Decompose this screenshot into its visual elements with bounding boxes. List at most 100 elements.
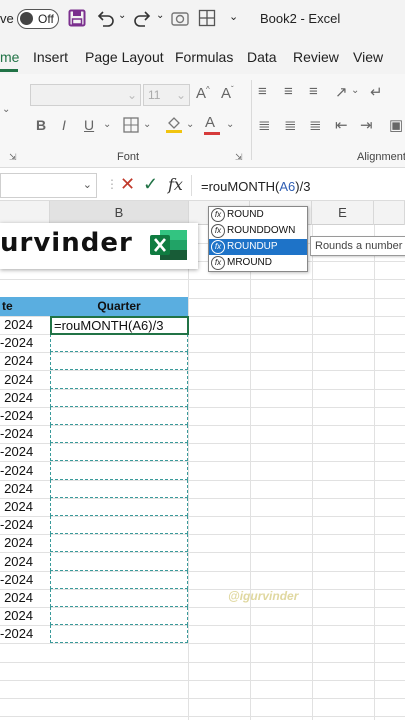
drag-handle-icon[interactable]: ⋮ — [106, 177, 118, 191]
column-header-e[interactable]: E — [312, 201, 374, 225]
cell-date[interactable]: 2024 — [0, 553, 50, 571]
align-bottom-icon[interactable]: ≡ — [309, 83, 318, 100]
tab-insert[interactable]: Insert — [33, 49, 68, 65]
autocomplete-item-roundup[interactable]: fx ROUNDUP — [209, 239, 307, 255]
align-top-icon[interactable]: ≡ — [258, 83, 267, 100]
cell-date[interactable]: 2024 — [0, 352, 50, 370]
decrease-indent-icon[interactable]: ⇤ — [335, 116, 348, 134]
cell-quarter[interactable] — [50, 498, 188, 516]
cell-quarter[interactable] — [50, 552, 188, 571]
cell-date[interactable]: -2024 — [0, 625, 50, 643]
paste-dropdown-icon[interactable]: ⌄ — [2, 104, 10, 115]
dialog-launcher-icon[interactable]: ⇲ — [235, 152, 243, 163]
autocomplete-item-mround[interactable]: fx MROUND — [209, 255, 307, 271]
autosave-toggle[interactable]: Off — [17, 9, 59, 29]
insert-function-icon[interactable]: fx — [168, 175, 183, 194]
function-autocomplete-list[interactable]: fx ROUND fx ROUNDDOWN fx ROUNDUP fx MROUND — [208, 206, 308, 272]
column-header-date[interactable]: te — [0, 297, 50, 316]
cell-quarter[interactable] — [50, 407, 188, 425]
enter-icon[interactable]: ✓ — [143, 174, 158, 195]
align-middle-icon[interactable]: ≡ — [284, 83, 293, 100]
merge-icon[interactable]: ▣ — [389, 116, 403, 134]
italic-icon[interactable]: I — [62, 117, 66, 133]
tab-page-layout[interactable]: Page Layout — [85, 49, 164, 65]
align-right-icon[interactable]: ≣ — [309, 116, 322, 134]
chevron-down-icon[interactable]: ⌄ — [186, 119, 194, 130]
cell-date[interactable]: 2024 — [0, 480, 50, 498]
borders-icon[interactable] — [123, 117, 139, 133]
column-header-f[interactable] — [374, 201, 405, 225]
cancel-icon[interactable]: ✕ — [120, 174, 135, 195]
undo-dropdown-icon[interactable]: ⌄ — [118, 10, 126, 21]
active-cell-b6[interactable]: =rouMONTH(A6)/3 — [50, 316, 189, 335]
cell-date[interactable]: -2024 — [0, 571, 50, 589]
chevron-down-icon[interactable]: ⌄ — [83, 178, 92, 191]
cell-quarter[interactable] — [50, 388, 188, 407]
cell-date[interactable]: 2024 — [0, 498, 50, 516]
tab-formulas[interactable]: Formulas — [175, 49, 233, 65]
font-color-icon[interactable]: A — [205, 114, 215, 131]
save-icon[interactable] — [68, 9, 86, 27]
column-header-b[interactable]: B — [50, 201, 189, 225]
cell-date[interactable]: 2024 — [0, 589, 50, 607]
cell-quarter[interactable] — [50, 443, 188, 462]
underline-icon[interactable]: U — [84, 117, 94, 133]
font-size-combo[interactable]: 11 ⌄ — [143, 84, 190, 106]
cell-quarter[interactable] — [50, 589, 188, 607]
cell-quarter[interactable] — [50, 479, 188, 498]
dialog-launcher-icon[interactable]: ⇲ — [9, 152, 17, 163]
camera-icon[interactable] — [171, 10, 189, 26]
column-header-a[interactable] — [0, 201, 50, 225]
redo-icon[interactable] — [133, 8, 153, 28]
name-box[interactable]: ⌄ — [0, 173, 97, 198]
chevron-down-icon[interactable]: ⌄ — [351, 85, 359, 96]
column-header-quarter[interactable]: Quarter — [50, 297, 188, 316]
font-name-combo[interactable]: ⌄ — [30, 84, 141, 106]
tab-review[interactable]: Review — [293, 49, 339, 65]
formula-input[interactable]: =rouMONTH(A6)/3 — [201, 179, 310, 194]
grid-view-icon[interactable] — [198, 9, 216, 27]
chevron-down-icon[interactable]: ⌄ — [226, 119, 234, 130]
cell-quarter[interactable] — [50, 534, 188, 553]
cell-date[interactable]: 2024 — [0, 316, 50, 334]
cell-date[interactable]: -2024 — [0, 443, 50, 461]
cell-date[interactable]: 2024 — [0, 371, 50, 389]
bold-icon[interactable]: B — [36, 117, 46, 133]
cell-date[interactable]: -2024 — [0, 425, 50, 443]
cell-quarter[interactable] — [50, 461, 188, 480]
fill-color-icon[interactable] — [165, 114, 183, 134]
redo-dropdown-icon[interactable]: ⌄ — [156, 10, 164, 21]
cell-quarter[interactable] — [50, 334, 188, 353]
cell-quarter[interactable] — [50, 425, 188, 444]
customize-toolbar-icon[interactable]: ⌄ — [229, 10, 238, 23]
align-center-icon[interactable]: ≣ — [284, 116, 297, 134]
tab-data[interactable]: Data — [247, 49, 277, 65]
wrap-text-icon[interactable]: ↵ — [370, 83, 383, 101]
cell-quarter[interactable] — [50, 516, 188, 535]
cell-quarter[interactable] — [50, 607, 188, 626]
tab-home[interactable]: me — [0, 49, 19, 65]
cell-date[interactable]: -2024 — [0, 334, 50, 352]
increase-font-icon[interactable]: A^ — [196, 85, 210, 102]
cell-quarter[interactable] — [50, 625, 188, 644]
chevron-down-icon[interactable]: ⌄ — [143, 119, 151, 130]
cell-date[interactable]: 2024 — [0, 389, 50, 407]
undo-icon[interactable] — [95, 8, 115, 28]
orientation-icon[interactable]: ↗ — [335, 83, 348, 101]
cell-date[interactable]: -2024 — [0, 407, 50, 425]
formula-suffix: )/3 — [295, 179, 311, 194]
autocomplete-item-rounddown[interactable]: fx ROUNDDOWN — [209, 223, 307, 239]
cell-quarter[interactable] — [50, 370, 188, 389]
cell-date[interactable]: 2024 — [0, 534, 50, 552]
cell-date[interactable]: -2024 — [0, 462, 50, 480]
chevron-down-icon[interactable]: ⌄ — [103, 119, 111, 130]
align-left-icon[interactable]: ≣ — [258, 116, 271, 134]
cell-date[interactable]: 2024 — [0, 607, 50, 625]
decrease-font-icon[interactable]: Aˇ — [221, 85, 234, 102]
cell-quarter[interactable] — [50, 352, 188, 371]
autocomplete-item-round[interactable]: fx ROUND — [209, 207, 307, 223]
cell-date[interactable]: -2024 — [0, 516, 50, 534]
tab-view[interactable]: View — [353, 49, 383, 65]
cell-quarter[interactable] — [50, 570, 188, 589]
increase-indent-icon[interactable]: ⇥ — [360, 116, 373, 134]
